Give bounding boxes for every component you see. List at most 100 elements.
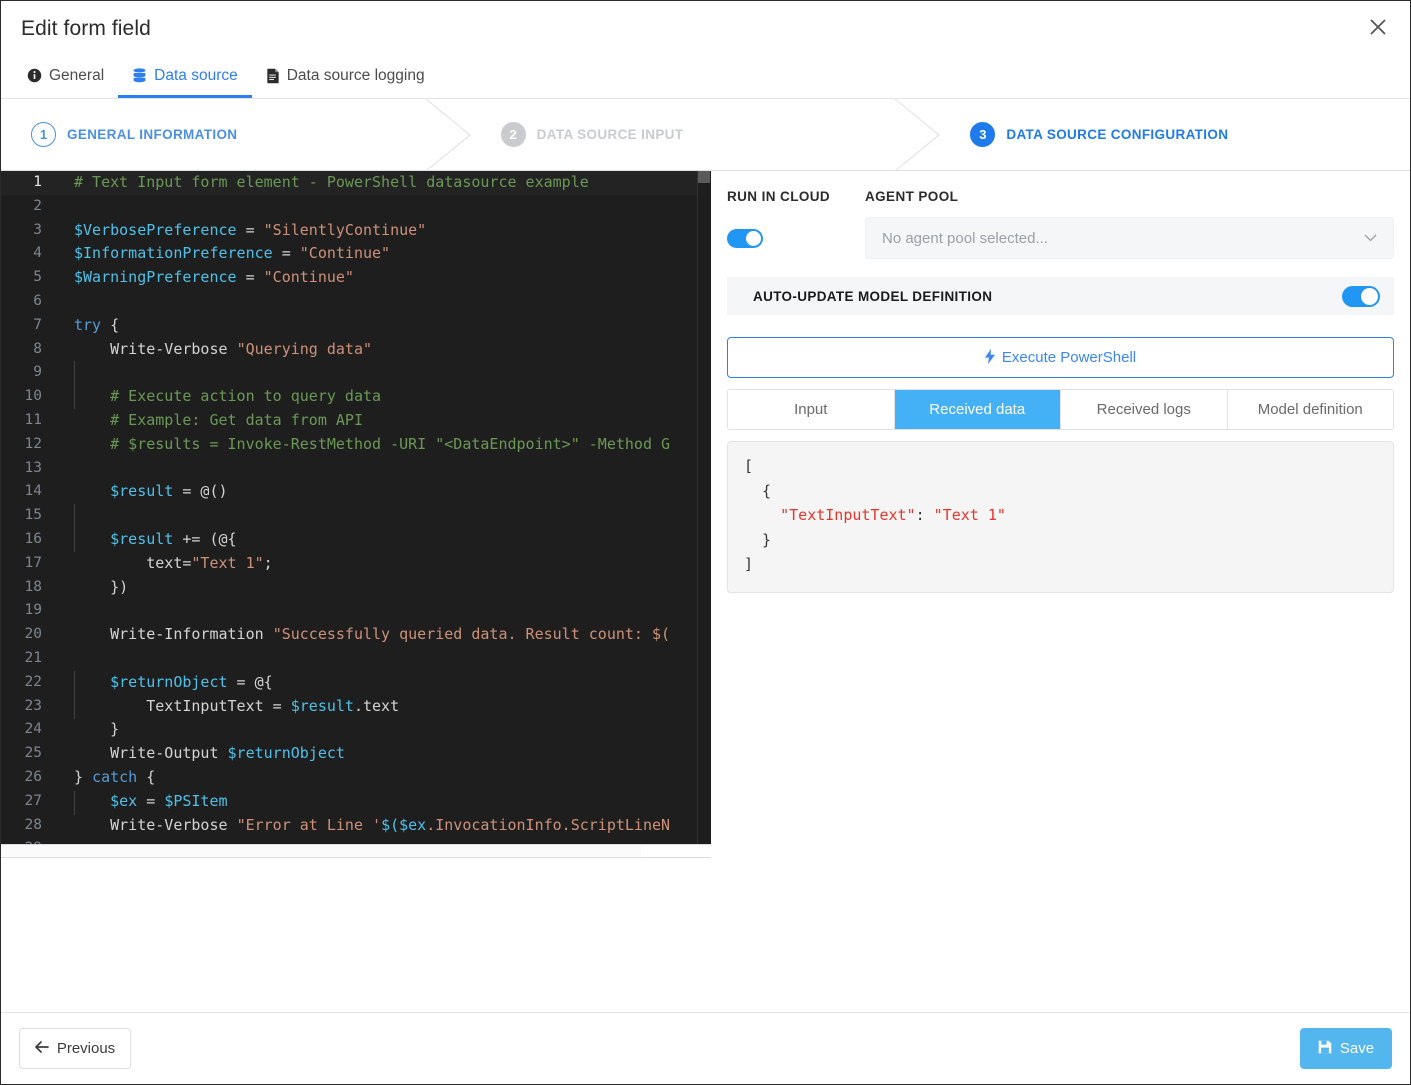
line-number: 19 [24,602,42,619]
agent-pool-select[interactable]: No agent pool selected... [865,217,1394,259]
dialog-tabbar: General Data source Data source logging [1,56,1410,99]
code-line-content: } [74,720,120,739]
code-line-content: Write-Output $returnObject [74,744,345,763]
code-line: 25 Write-Output $returnObject [1,742,711,766]
received-data-output: [ { "TextInputText": "Text 1" } ] [727,441,1394,593]
step-data-source-configuration[interactable]: 3 DATA SOURCE CONFIGURATION [940,99,1410,170]
run-in-cloud-toggle-slot [727,228,865,248]
line-number: 25 [24,745,42,762]
step-data-source-input[interactable]: 2 DATA SOURCE INPUT [471,99,941,171]
line-number: 7 [33,316,42,333]
code-line: 7 try { [1,314,711,338]
previous-label: Previous [56,1040,116,1057]
line-number: 8 [33,340,42,357]
database-icon [132,67,147,84]
line-number: 15 [24,507,42,524]
chevron-down-icon [1364,231,1377,245]
auto-update-toggle[interactable] [1342,285,1380,307]
lightning-bolt-icon [984,348,995,367]
code-line-content: }) [74,577,129,596]
dialog-header: Edit form field [1,1,1410,56]
line-number: 10 [24,388,42,405]
result-segmented-tabs: Input Received data Received logs Model … [727,389,1394,430]
line-number: 29 [1,837,56,844]
code-line: 15 [1,504,711,528]
line-number: 5 [33,269,42,286]
dialog-body: 1 # Text Input form element - PowerShell … [1,171,1410,1012]
code-line: 24 } [1,718,711,742]
page-title: Edit form field [21,16,151,40]
segment-model-definition[interactable]: Model definition [1227,390,1393,429]
line-number: 2 [33,197,42,214]
indent-guide [74,361,75,409]
powershell-code-editor[interactable]: 1 # Text Input form element - PowerShell … [1,171,711,844]
code-line: 16 $result += (@{ [1,528,711,552]
code-line: 5 $WarningPreference = "Continue" [1,266,711,290]
step-3-label: DATA SOURCE CONFIGURATION [1006,127,1229,142]
panel-field-labels: RUN IN CLOUD AGENT POOL [727,189,1394,204]
code-line: 10 # Execute action to query data [1,385,711,409]
code-line: 12 # $results = Invoke-RestMethod -URI "… [1,433,711,457]
code-line: 14 $result = @() [1,480,711,504]
line-number: 17 [24,554,42,571]
indent-guide [74,671,75,719]
editor-vertical-scroll-thumb[interactable] [698,171,710,183]
tab-data-source-logging[interactable]: Data source logging [252,56,439,98]
code-line: 22 $returnObject = @{ [1,671,711,695]
code-line-content: TextInputText = $result.text [74,696,400,715]
line-number: 3 [33,221,42,238]
code-line: 21 [1,647,711,671]
code-line-content: Write-Information "Successfully queried … [74,625,671,644]
arrow-left-icon [34,1040,49,1057]
code-line: 28 Write-Verbose "Error at Line '$($ex.I… [1,814,711,838]
code-line-content: try { [74,315,120,334]
step-2-label: DATA SOURCE INPUT [536,127,684,142]
close-icon[interactable] [1358,7,1398,47]
info-icon [27,68,42,83]
tab-data-source[interactable]: Data source [118,56,252,98]
run-in-cloud-toggle[interactable] [727,228,763,248]
code-line-content: # Example: Get data from API [110,410,363,429]
line-number: 4 [33,245,42,262]
tab-data-source-label: Data source [154,66,238,84]
previous-button[interactable]: Previous [19,1028,131,1069]
code-line: 27 $ex = $PSItem [1,790,711,814]
execute-powershell-button[interactable]: Execute PowerShell [727,337,1394,378]
line-number: 11 [24,411,42,428]
code-line: 6 [1,290,711,314]
run-in-cloud-row: No agent pool selected... [727,217,1394,259]
save-button[interactable]: Save [1300,1028,1392,1069]
code-line: 29 [1,837,711,844]
code-line-content: } catch { [74,767,156,786]
step-general-information[interactable]: 1 GENERAL INFORMATION [1,99,471,171]
code-line: 4 $InformationPreference = "Continue" [1,242,711,266]
editor-vertical-scrollbar[interactable] [697,171,711,844]
agent-pool-label: AGENT POOL [865,189,959,204]
code-lines: 1 # Text Input form element - PowerShell … [1,171,711,844]
code-line: 17 text="Text 1"; [1,552,711,576]
segment-input[interactable]: Input [728,390,895,429]
document-icon [266,68,280,84]
line-number: 16 [24,530,42,547]
auto-update-model-definition-row: AUTO-UPDATE MODEL DEFINITION [727,277,1394,315]
editor-horizontal-scroll-thumb[interactable] [1,846,641,857]
code-line-content: $returnObject = @{ [110,672,273,691]
code-line-content: $ex = $PSItem [110,791,228,810]
tab-data-source-logging-label: Data source logging [286,66,425,84]
code-line: 11 # Example: Get data from API [1,409,711,433]
line-number: 28 [24,816,42,833]
segment-received-logs[interactable]: Received logs [1061,390,1228,429]
code-line-content: $result = @() [110,482,228,501]
line-number: 20 [24,626,42,643]
step-2-number: 2 [500,122,526,147]
tab-general[interactable]: General [13,56,118,98]
code-line: 18 }) [1,576,711,600]
step-3-number: 3 [970,122,996,147]
auto-update-label: AUTO-UPDATE MODEL DEFINITION [753,288,993,304]
editor-horizontal-scrollbar[interactable] [1,844,711,858]
indent-guide [74,791,75,815]
toggle-knob [746,230,761,246]
dialog-footer: Previous Save [1,1012,1410,1084]
tab-general-label: General [49,66,105,84]
segment-received-data[interactable]: Received data [894,390,1061,429]
